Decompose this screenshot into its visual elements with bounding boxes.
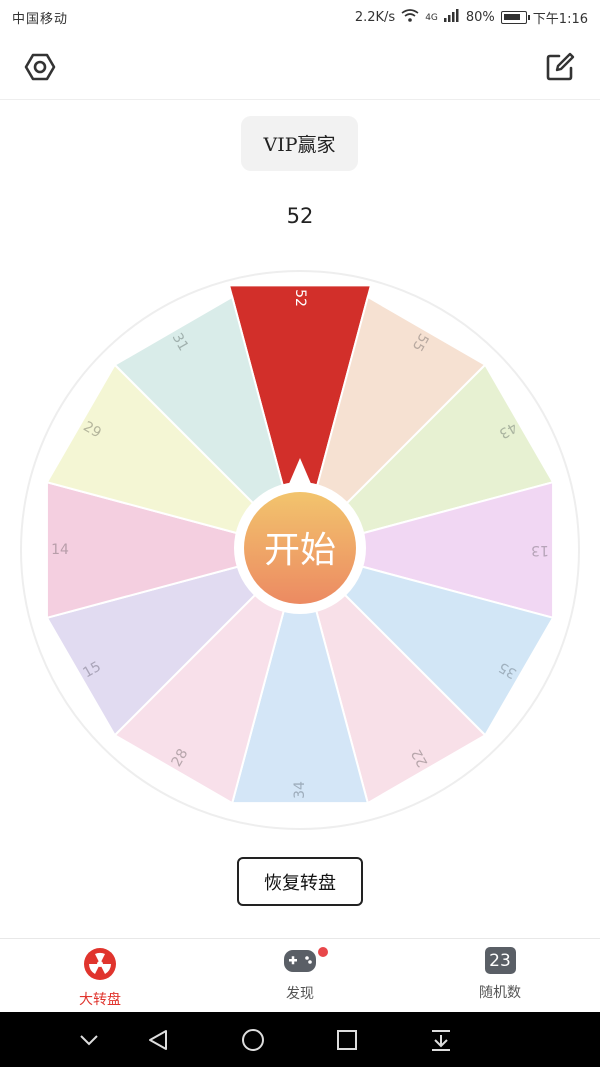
nav-discover-label: 发现	[286, 986, 314, 1002]
wheel-icon	[84, 948, 116, 980]
chevron-down-icon	[80, 1035, 98, 1046]
home-circle-icon	[242, 1029, 264, 1051]
network-speed: 2.2K/s	[354, 10, 396, 25]
back-button[interactable]	[143, 1025, 173, 1055]
recents-button[interactable]	[332, 1025, 362, 1055]
status-right: 2.2K/s 4G 80% 下午1:16	[355, 8, 588, 27]
nav-wheel-label: 大转盘	[79, 992, 121, 1008]
pull-down-icon	[432, 1030, 450, 1051]
edit-icon	[546, 52, 575, 81]
nav-wheel[interactable]: 大转盘	[40, 947, 160, 1009]
settings-button[interactable]	[20, 47, 60, 87]
result-text: 52	[286, 204, 314, 228]
start-button[interactable]: 开始	[244, 492, 356, 604]
nav-discover[interactable]: 发现	[240, 947, 360, 1009]
recents-square-icon	[337, 1030, 357, 1050]
gamepad-icon	[284, 950, 316, 972]
edit-button[interactable]	[540, 47, 580, 87]
reset-wheel-button[interactable]: 恢复转盘	[237, 857, 363, 906]
battery-icon	[500, 11, 530, 24]
nav-random[interactable]: 23 随机数	[440, 947, 560, 1009]
start-label: 开始	[264, 530, 336, 571]
bottom-nav: 大转盘 发现 23 随机数	[0, 938, 600, 1012]
home-button[interactable]	[238, 1025, 268, 1055]
collapse-button[interactable]	[74, 1025, 104, 1055]
settings-icon	[24, 53, 56, 81]
wheel-segment-label: 52	[292, 289, 308, 307]
notification-dot	[318, 947, 328, 957]
wheel-segment-label: 13	[531, 542, 549, 558]
nav-random-label: 随机数	[479, 985, 521, 1001]
clock: 下午1:16	[532, 12, 588, 27]
back-triangle-icon	[149, 1030, 167, 1050]
wheel-title[interactable]: VIP赢家	[241, 116, 358, 171]
wifi-icon	[401, 8, 419, 27]
system-nav-bar	[0, 1012, 600, 1067]
status-bar: 中国移动 2.2K/s 4G 80% 下午1:16	[0, 0, 600, 34]
prize-wheel: 52 55 43 13 35 22 34 28 15 14 29 31 开始	[20, 270, 580, 830]
network-type: 4G	[425, 12, 438, 23]
notification-pull-button[interactable]	[426, 1025, 456, 1055]
carrier-label: 中国移动	[12, 12, 69, 27]
wheel-graphic: 525543133522342815142931 开始	[20, 270, 580, 830]
top-bar	[0, 34, 600, 100]
wheel-segment-label: 14	[51, 542, 69, 558]
battery-percent: 80%	[465, 10, 495, 25]
signal-icon	[443, 9, 460, 26]
wheel-segment-label: 34	[292, 781, 308, 799]
random-number-icon: 23	[484, 947, 516, 974]
